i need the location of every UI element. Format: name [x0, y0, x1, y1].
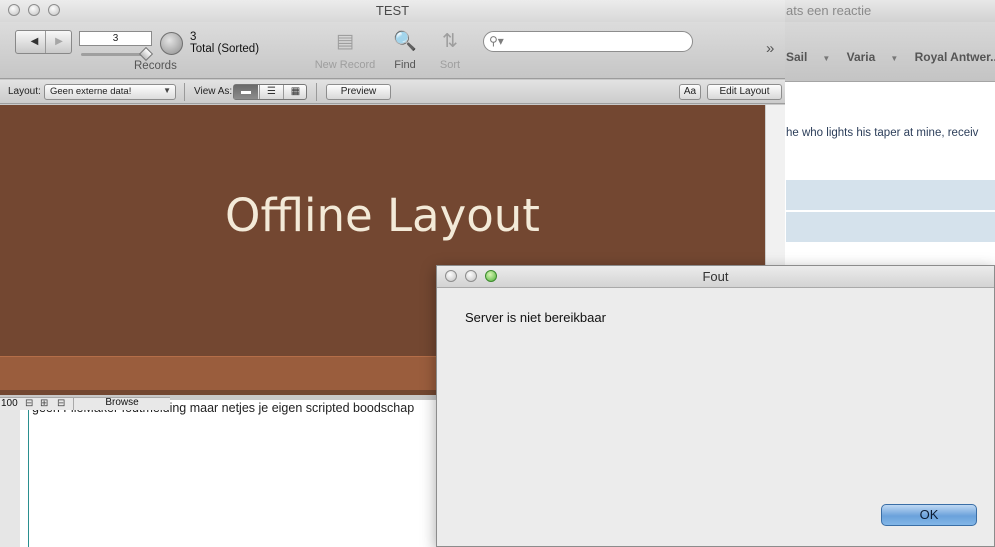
chevron-down-icon: ▼	[163, 86, 171, 95]
view-as-label: View As:	[194, 86, 233, 97]
ok-button[interactable]: OK	[881, 504, 977, 526]
new-record-button[interactable]: ▤ New Record	[313, 30, 377, 71]
found-set-pie-icon[interactable]	[160, 32, 183, 55]
layout-dropdown-value: Geen externe data!	[50, 86, 132, 97]
zoom-level[interactable]: 100	[1, 398, 18, 410]
status-bar: 100 ⊟ ⊞ ⊟ Browse	[0, 397, 170, 410]
find-label: Find	[394, 59, 416, 71]
background-text-line: he who lights his taper at mine, receiv	[786, 127, 979, 139]
current-record-field[interactable]: 3	[79, 31, 152, 46]
zoom-in-icon[interactable]: ⊞	[40, 398, 48, 410]
window-titlebar: TEST	[0, 0, 785, 22]
layout-label: Layout:	[8, 86, 41, 97]
view-as-segmented-control: ▬ ☰ ▦	[233, 84, 307, 100]
minimize-window-icon[interactable]	[28, 4, 40, 16]
divider	[184, 83, 185, 101]
records-caption: Records	[134, 60, 177, 72]
dialog-message: Server is niet bereikbaar	[465, 310, 606, 325]
zoom-window-icon[interactable]	[48, 4, 60, 16]
edit-layout-button[interactable]: Edit Layout	[707, 84, 782, 100]
record-navigation: ◀ ▶	[15, 30, 72, 54]
new-record-label: New Record	[314, 59, 376, 71]
chevron-down-icon: ▼	[822, 54, 831, 63]
toolbar-overflow-icon[interactable]: »	[766, 40, 774, 57]
document-margin	[0, 400, 20, 547]
dialog-title: Fout	[702, 269, 729, 284]
nav-item-sail[interactable]: Sail ▼	[786, 50, 830, 64]
zoom-window-icon[interactable]	[485, 270, 497, 282]
minimize-window-icon[interactable]	[465, 270, 477, 282]
found-count: 3	[190, 31, 197, 43]
nav-item-label: Varia	[846, 50, 876, 64]
sort-label: Sort	[439, 59, 461, 71]
search-input[interactable]	[506, 33, 686, 50]
nav-item-label: Royal Antwer...iati	[914, 50, 995, 64]
status-toolbar: ◀ ▶ 3 Records 3 Total (Sorted) ▤ New Rec…	[0, 22, 785, 79]
layout-heading: Offline Layout	[225, 189, 540, 242]
chevron-down-icon: ▼	[890, 54, 899, 63]
previous-record-icon[interactable]: ◀	[24, 31, 46, 53]
next-record-icon[interactable]: ▶	[48, 31, 70, 53]
formatting-bar-button[interactable]: Aa	[679, 84, 701, 100]
layout-bar: Layout: Geen externe data! ▼ View As: ▬ …	[0, 80, 785, 104]
layout-dropdown[interactable]: Geen externe data! ▼	[44, 84, 176, 100]
divider	[316, 83, 317, 101]
total-sorted-label: Total (Sorted)	[190, 43, 260, 55]
background-content: he who lights his taper at mine, receiv	[760, 83, 995, 270]
sort-icon: ⇅	[442, 31, 458, 52]
preview-button[interactable]: Preview	[326, 84, 391, 100]
new-record-icon: ▤	[336, 31, 354, 52]
find-button[interactable]: 🔍 Find	[389, 30, 421, 71]
quick-find-search[interactable]: ⚲▾	[483, 31, 693, 52]
document-gutter-line	[28, 400, 29, 547]
record-slider-thumb[interactable]	[138, 46, 154, 62]
list-item[interactable]	[786, 180, 995, 210]
background-nav: Sail ▼ Varia ▼ Royal Antwer...iati	[786, 50, 995, 64]
zoom-out-icon[interactable]: ⊟	[25, 398, 33, 410]
close-window-icon[interactable]	[8, 4, 20, 16]
close-window-icon[interactable]	[445, 270, 457, 282]
dialog-titlebar: Fout	[437, 266, 994, 288]
search-icon: ⚲▾	[489, 34, 504, 48]
sort-button[interactable]: ⇅ Sort	[436, 30, 464, 71]
error-dialog: Fout Server is niet bereikbaar OK	[436, 265, 995, 547]
list-item[interactable]	[786, 212, 995, 242]
view-as-form-button[interactable]: ▬	[234, 85, 258, 99]
window-title: TEST	[375, 3, 410, 18]
nav-item-varia[interactable]: Varia ▼	[847, 50, 899, 64]
nav-item-royal[interactable]: Royal Antwer...iati	[915, 50, 995, 64]
magnifier-icon: 🔍	[393, 31, 417, 52]
background-window-title: ats een reactie	[760, 0, 995, 22]
background-browser-window: ats een reactie Sail ▼ Varia ▼ Royal Antwe…	[760, 0, 995, 270]
mode-indicator[interactable]: Browse	[73, 397, 170, 410]
view-as-list-button[interactable]: ☰	[259, 85, 283, 99]
toggle-toolbar-icon[interactable]: ⊟	[57, 398, 65, 410]
nav-item-label: Sail	[786, 50, 808, 64]
view-as-table-button[interactable]: ▦	[283, 85, 307, 99]
